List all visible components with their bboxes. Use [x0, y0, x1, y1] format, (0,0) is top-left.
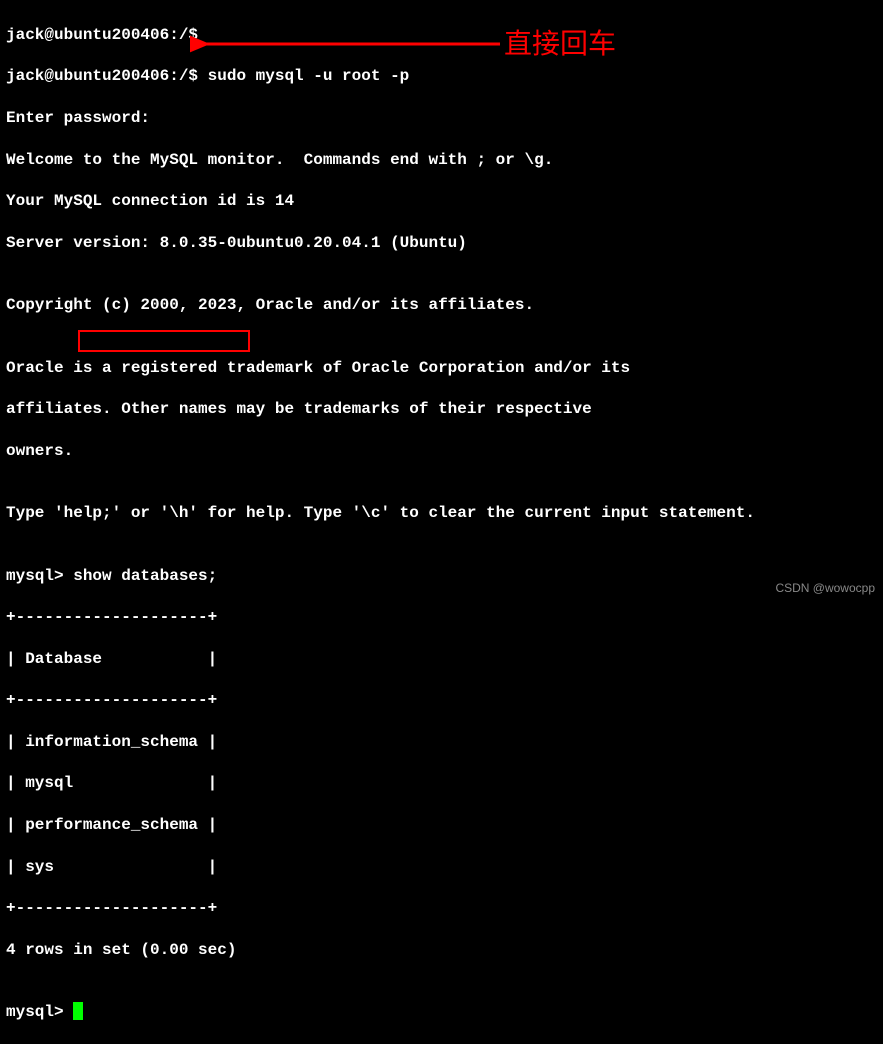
terminal-line: mysql> show databases;	[6, 566, 877, 587]
terminal-line: | sys |	[6, 857, 877, 878]
watermark-label: CSDN @wowocpp	[775, 581, 875, 597]
terminal-line: | performance_schema |	[6, 815, 877, 836]
terminal-line: Type 'help;' or '\h' for help. Type '\c'…	[6, 503, 877, 524]
terminal-output[interactable]: jack@ubuntu200406:/$ jack@ubuntu200406:/…	[6, 4, 877, 1044]
terminal-line: jack@ubuntu200406:/$	[6, 25, 877, 46]
terminal-line: Server version: 8.0.35-0ubuntu0.20.04.1 …	[6, 233, 877, 254]
terminal-line: affiliates. Other names may be trademark…	[6, 399, 877, 420]
terminal-line: Enter password:	[6, 108, 877, 129]
cursor-icon	[73, 1002, 83, 1020]
terminal-line: | mysql |	[6, 773, 877, 794]
terminal-line: Welcome to the MySQL monitor. Commands e…	[6, 150, 877, 171]
terminal-line: Copyright (c) 2000, 2023, Oracle and/or …	[6, 295, 877, 316]
terminal-line: Oracle is a registered trademark of Orac…	[6, 358, 877, 379]
terminal-line: | Database |	[6, 649, 877, 670]
terminal-line: 4 rows in set (0.00 sec)	[6, 940, 877, 961]
terminal-prompt-line: mysql>	[6, 1002, 877, 1023]
terminal-line: Your MySQL connection id is 14	[6, 191, 877, 212]
terminal-line: jack@ubuntu200406:/$ sudo mysql -u root …	[6, 66, 877, 87]
terminal-line: +--------------------+	[6, 607, 877, 628]
terminal-line: +--------------------+	[6, 898, 877, 919]
terminal-prompt: mysql>	[6, 1003, 73, 1021]
terminal-line: +--------------------+	[6, 690, 877, 711]
terminal-line: | information_schema |	[6, 732, 877, 753]
terminal-line: owners.	[6, 441, 877, 462]
